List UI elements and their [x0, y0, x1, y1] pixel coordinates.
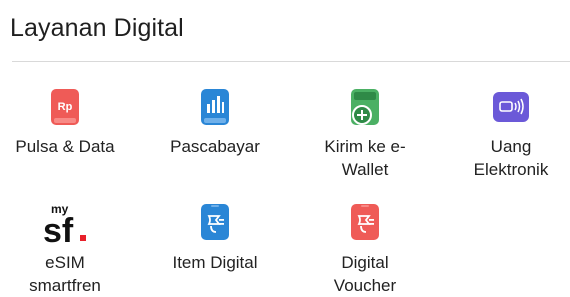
menu-item-label: eSIM smartfren	[29, 253, 101, 295]
menu-item-pulsa-data[interactable]: Rp Pulsa & Data	[0, 88, 130, 158]
menu-item-label: Item Digital	[172, 253, 258, 272]
pulsa-rp-icon: Rp	[51, 89, 79, 125]
svg-text:sf: sf	[43, 212, 74, 246]
kirim-ewallet-icon	[351, 89, 379, 125]
menu-item-kirim-ewallet[interactable]: Kirim ke e- Wallet	[300, 88, 430, 181]
menu-item-label: Kirim ke e- Wallet	[324, 137, 406, 179]
svg-text:Rp: Rp	[58, 101, 73, 113]
menu-item-label: Uang Elektronik	[473, 137, 549, 179]
menu-item-esim-smartfren[interactable]: my sf eSIM smartfren	[0, 202, 130, 297]
smartfren-logo: my sf	[40, 202, 90, 250]
section-title: Layanan Digital	[10, 14, 184, 42]
uang-elektronik-nfc-icon	[493, 92, 529, 122]
menu-item-item-digital[interactable]: Item Digital	[150, 202, 280, 274]
section-divider	[12, 61, 570, 62]
menu-item-label: Pulsa & Data	[15, 137, 115, 156]
menu-item-uang-elektronik[interactable]: Uang Elektronik	[446, 88, 570, 181]
pascabayar-bar-chart-icon	[201, 89, 229, 125]
menu-item-digital-voucher[interactable]: Digital Voucher	[300, 202, 430, 297]
menu-item-label: Digital Voucher	[333, 253, 397, 295]
item-digital-icon	[201, 204, 229, 240]
digital-voucher-icon	[351, 204, 379, 240]
menu-item-label: Pascabayar	[170, 137, 260, 156]
menu-item-pascabayar[interactable]: Pascabayar	[150, 88, 280, 158]
